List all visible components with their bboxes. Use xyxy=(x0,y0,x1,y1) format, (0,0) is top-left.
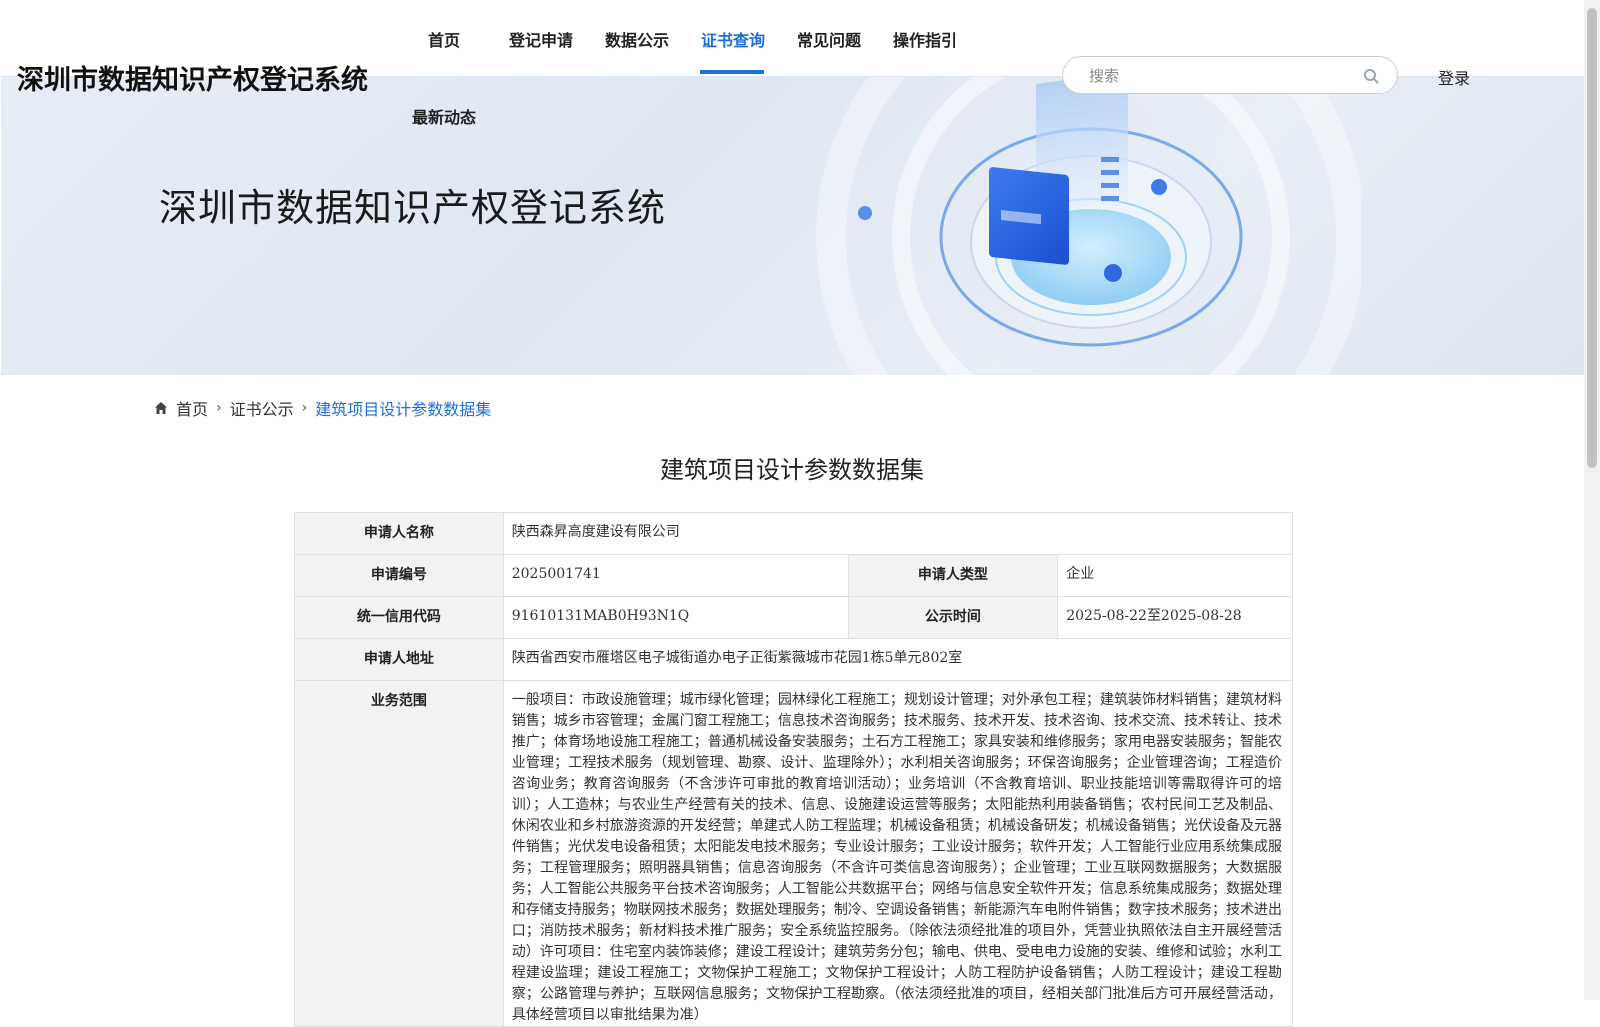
nav-item-guide[interactable]: 操作指引 xyxy=(893,27,957,51)
nav-active-indicator xyxy=(700,70,764,74)
search-input[interactable] xyxy=(1087,63,1361,89)
nav-item-register[interactable]: 登记申请 xyxy=(509,27,573,51)
scrollbar-thumb[interactable] xyxy=(1587,8,1597,468)
table-row: 申请编号 2025001741 申请人类型 企业 xyxy=(294,554,1293,597)
nav-item-home[interactable]: 首页 xyxy=(428,27,460,51)
chevron-right-icon: › xyxy=(216,400,222,416)
application-number-value: 2025001741 xyxy=(502,554,849,597)
application-number-label: 申请编号 xyxy=(294,554,504,597)
applicant-type-value: 企业 xyxy=(1057,554,1293,597)
table-row: 申请人地址 陕西省西安市雁塔区电子城街道办电子正街紫薇城市花园1栋5单元802室 xyxy=(294,638,1294,681)
main-nav: 首页 登记申请 数据公示 证书查询 常见问题 操作指引 xyxy=(0,0,1000,130)
credit-code-value: 91610131MAB0H93N1Q xyxy=(502,596,849,639)
breadcrumb: 首页 › 证书公示 › 建筑项目设计参数数据集 xyxy=(154,396,491,420)
address-label: 申请人地址 xyxy=(294,638,504,681)
applicant-type-label: 申请人类型 xyxy=(847,554,1059,597)
credit-code-label: 统一信用代码 xyxy=(294,596,504,639)
nav-item-faq[interactable]: 常见问题 xyxy=(797,27,861,51)
breadcrumb-certificate-public[interactable]: 证书公示 xyxy=(230,396,294,420)
search-box xyxy=(1062,56,1398,94)
applicant-info-table: 申请人名称 陕西森昇高度建设有限公司 申请编号 2025001741 申请人类型… xyxy=(294,512,1294,1027)
table-row: 申请人名称 陕西森昇高度建设有限公司 xyxy=(294,512,1294,555)
nav-item-data-public[interactable]: 数据公示 xyxy=(605,27,669,51)
nav-item-latest-news[interactable]: 最新动态 xyxy=(412,104,476,128)
page-scrollbar[interactable] xyxy=(1584,0,1600,1000)
publish-time-label: 公示时间 xyxy=(847,596,1059,639)
address-value: 陕西省西安市雁塔区电子城街道办电子正街紫薇城市花园1栋5单元802室 xyxy=(502,638,1294,681)
business-scope-value: 一般项目：市政设施管理；城市绿化管理；园林绿化工程施工；规划设计管理；对外承包工… xyxy=(502,680,1294,1027)
business-scope-label: 业务范围 xyxy=(294,680,504,1027)
login-link[interactable]: 登录 xyxy=(1438,65,1470,89)
applicant-name-value: 陕西森昇高度建设有限公司 xyxy=(502,512,1294,555)
home-icon xyxy=(155,402,167,414)
publish-time-value: 2025-08-22至2025-08-28 xyxy=(1057,596,1293,639)
breadcrumb-current: 建筑项目设计参数数据集 xyxy=(315,400,492,419)
applicant-name-label: 申请人名称 xyxy=(294,512,504,555)
chevron-right-icon: › xyxy=(301,400,308,416)
banner-title: 深圳市数据知识产权登记系统 xyxy=(159,186,667,230)
search-icon[interactable] xyxy=(1363,68,1379,84)
nav-item-certificate-query[interactable]: 证书查询 xyxy=(701,27,765,51)
table-row: 业务范围 一般项目：市政设施管理；城市绿化管理；园林绿化工程施工；规划设计管理；… xyxy=(294,680,1294,1027)
table-row: 统一信用代码 91610131MAB0H93N1Q 公示时间 2025-08-2… xyxy=(294,596,1293,639)
page-title: 建筑项目设计参数数据集 xyxy=(660,456,924,484)
breadcrumb-home[interactable]: 首页 xyxy=(176,396,208,420)
